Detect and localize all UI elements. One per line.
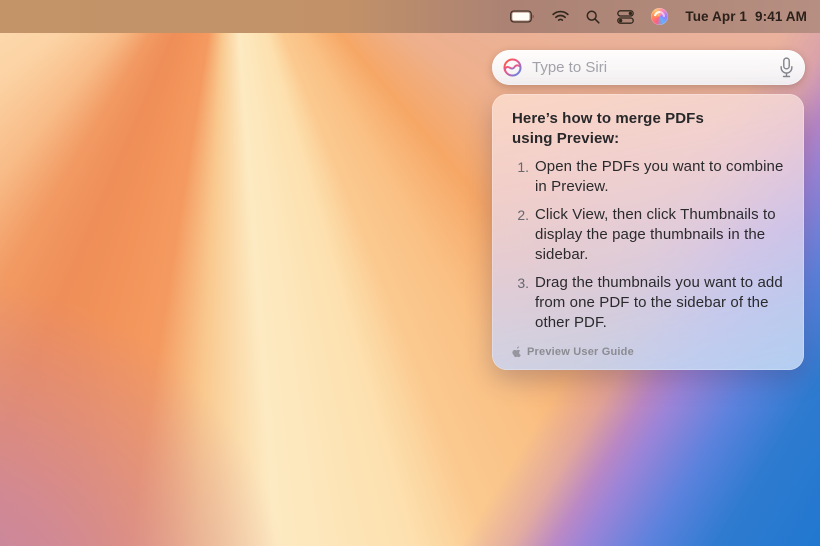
step-number: 3. [512, 273, 529, 333]
menu-bar-clock[interactable]: Tue Apr 1 9:41 AM [685, 9, 807, 24]
list-item: 2. Click View, then click Thumbnails to … [512, 205, 789, 265]
step-number: 1. [512, 157, 529, 197]
battery-icon[interactable] [510, 0, 535, 33]
menu-bar-date: Tue Apr 1 [685, 9, 747, 24]
microphone-icon[interactable] [779, 57, 794, 78]
step-number: 2. [512, 205, 529, 265]
list-item: 3. Drag the thumbnails you want to add f… [512, 273, 789, 333]
control-center-icon[interactable] [617, 0, 634, 33]
wifi-icon[interactable] [552, 0, 569, 33]
steps-list: 1. Open the PDFs you want to combine in … [512, 157, 789, 333]
response-heading-line: using Preview: [512, 129, 789, 149]
list-item: 1. Open the PDFs you want to combine in … [512, 157, 789, 197]
siri-panel: Here’s how to merge PDFs using Preview: … [492, 50, 805, 370]
siri-icon [502, 57, 523, 78]
source-link-preview-user-guide[interactable]: Preview User Guide [512, 346, 789, 358]
siri-response-card: Here’s how to merge PDFs using Preview: … [492, 94, 804, 370]
step-text: Open the PDFs you want to combine in Pre… [535, 157, 789, 197]
step-text: Drag the thumbnails you want to add from… [535, 273, 789, 333]
menu-bar-time: 9:41 AM [755, 9, 807, 24]
response-heading: Here’s how to merge PDFs using Preview: [512, 109, 789, 149]
source-label: Preview User Guide [527, 346, 634, 358]
step-text: Click View, then click Thumbnails to dis… [535, 205, 789, 265]
response-heading-line: Here’s how to merge PDFs [512, 109, 789, 129]
siri-input-pill[interactable] [492, 50, 805, 85]
siri-icon[interactable] [651, 0, 668, 33]
menu-bar: Tue Apr 1 9:41 AM [0, 0, 820, 33]
spotlight-search-icon[interactable] [586, 0, 600, 33]
siri-text-input[interactable] [532, 59, 770, 76]
apple-logo-icon [512, 346, 522, 358]
